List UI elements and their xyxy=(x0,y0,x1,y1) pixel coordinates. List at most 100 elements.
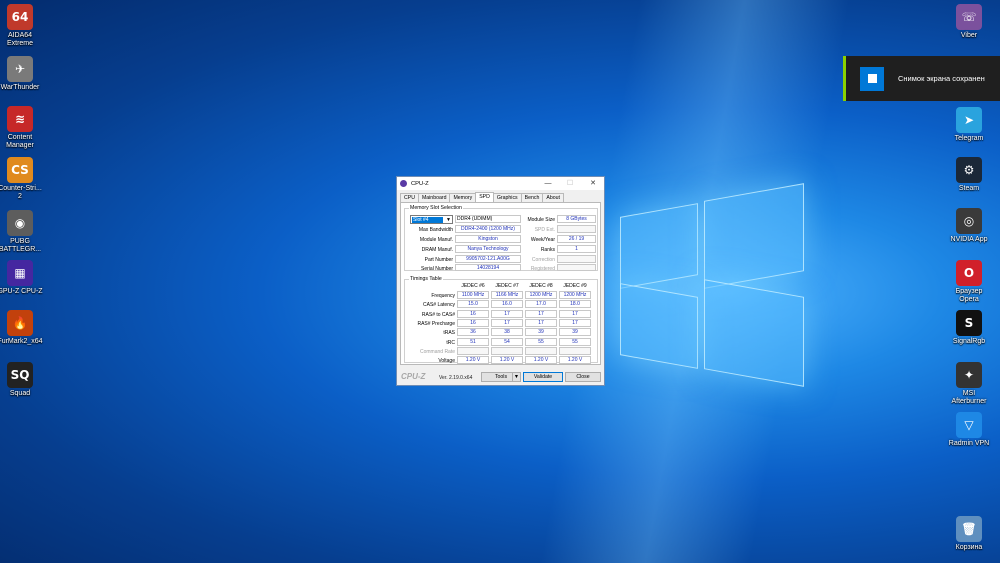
tab-about[interactable]: About xyxy=(542,193,564,202)
window-title: CPU-Z xyxy=(411,180,429,187)
minimize-button[interactable]: — xyxy=(537,177,559,190)
timings-column-header: JEDEC #7 xyxy=(495,283,519,289)
timings-column-header: JEDEC #9 xyxy=(563,283,587,289)
correction-label: Correction xyxy=(531,257,555,263)
timings-group: Timings Table JEDEC #6 JEDEC #7 JEDEC #8 JE… xyxy=(404,276,598,365)
signalrgb-icon: S xyxy=(956,310,982,336)
timings-cell xyxy=(491,346,523,355)
desktop-shortcut[interactable]: ▦ GPU-Z CPU-Z xyxy=(0,260,50,296)
desktop-shortcut[interactable]: ➤ Telegram xyxy=(939,107,999,143)
desktop-shortcut[interactable]: ✦ MSI Afterburner xyxy=(939,362,999,406)
cpuz-brand-logo: CPU-Z xyxy=(401,372,426,381)
recycle-bin-icon: 🗑 xyxy=(956,516,982,542)
spd-ext-value xyxy=(557,225,596,233)
counter-strike-icon: CS xyxy=(7,157,33,183)
desktop-shortcut-label: Steam xyxy=(958,185,980,192)
tab-cpu[interactable]: CPU xyxy=(400,193,419,202)
desktop-shortcut-label: FurMark2_x64 xyxy=(0,338,43,345)
squad-icon: SQ xyxy=(7,362,33,388)
timings-cell: 39 xyxy=(559,328,591,337)
timings-cell: 1200 MHz xyxy=(559,291,591,299)
opera-icon: O xyxy=(956,260,982,286)
screenshot-toast-notification[interactable]: Снимок экрана сохранен xyxy=(843,56,1000,101)
desktop-shortcut[interactable]: ▽ Radmin VPN xyxy=(939,412,999,448)
desktop-shortcut-label: Radmin VPN xyxy=(948,440,990,447)
desktop-shortcut[interactable]: O Браузер Opera xyxy=(939,260,999,304)
timings-cell: 1.20 V xyxy=(457,356,489,365)
timings-cell: 18.0 xyxy=(559,300,591,309)
timings-row-label: RAS# Precharge xyxy=(417,320,455,327)
telegram-icon: ➤ xyxy=(956,107,982,133)
desktop-shortcut[interactable]: SQ Squad xyxy=(0,362,50,398)
tools-button-label: Tools xyxy=(494,374,508,380)
screenshot-icon xyxy=(860,66,884,91)
desktop-shortcut-label: Counter-Stri... 2 xyxy=(0,185,42,200)
timings-cell: 1.20 V xyxy=(525,356,557,365)
desktop-shortcut[interactable]: ☏ Viber xyxy=(939,4,999,40)
desktop-shortcut[interactable]: 64 AIDA64 Extreme xyxy=(0,4,50,48)
cpuz-footer: CPU-Z Ver. 2.19.0.x64 Tools ▼ Validate C… xyxy=(397,369,604,385)
memory-slot-group: Memory Slot Selection Slot #4 ▼ DDR4 (UD… xyxy=(404,205,598,272)
week-year-value: 26 / 19 xyxy=(557,235,596,243)
desktop-shortcut-label: SignalRgb xyxy=(952,338,986,345)
desktop-shortcut[interactable]: 🗑 Корзина xyxy=(939,516,999,552)
cpuz-tabs: CPU Mainboard Memory SPD Graphics Bench About xyxy=(400,192,601,202)
module-manuf-value: Kingston xyxy=(455,235,521,243)
desktop-shortcut-label: NVIDIA App xyxy=(950,236,988,243)
timings-cell: 38 xyxy=(491,328,523,337)
timings-row-label: RAS# to CAS# xyxy=(421,311,455,318)
timings-row-label: Voltage xyxy=(438,358,455,365)
desktop-shortcut[interactable]: ◉ PUBG BATTLEGR... xyxy=(0,210,50,254)
desktop-shortcut[interactable]: ≋ Content Manager xyxy=(0,106,50,150)
maximize-button[interactable]: ☐ xyxy=(559,177,581,190)
desktop-shortcut[interactable]: ⚙ Steam xyxy=(939,157,999,193)
timings-cell: 16 xyxy=(457,318,489,327)
desktop-shortcut-label: Telegram xyxy=(954,135,984,142)
msi-afterburner-icon: ✦ xyxy=(956,362,982,388)
cpuz-titlebar[interactable]: CPU-Z — ☐ ✕ xyxy=(397,177,604,190)
tab-memory[interactable]: Memory xyxy=(449,193,477,202)
timings-cell: 55 xyxy=(559,337,591,346)
timings-group-title: Timings Table xyxy=(409,276,443,282)
timings-cell: 54 xyxy=(491,337,523,346)
cpuz-window[interactable]: CPU-Z — ☐ ✕ CPU Mainboard Memory SPD Graphic… xyxy=(396,176,605,386)
module-size-label: Module Size xyxy=(527,217,555,223)
timings-cell: 17 xyxy=(559,309,591,318)
timings-cell: 1.20 V xyxy=(491,356,523,365)
module-size-value: 8 GBytes xyxy=(557,215,596,223)
tools-button[interactable]: Tools ▼ xyxy=(481,372,521,382)
timings-cell: 39 xyxy=(525,328,557,337)
timings-cell: 16 xyxy=(457,309,489,318)
tab-graphics[interactable]: Graphics xyxy=(492,193,522,202)
desktop-shortcut[interactable]: ✈ WarThunder xyxy=(0,56,50,92)
windows-logo-wallpaper xyxy=(620,183,810,392)
timings-cell xyxy=(525,346,557,355)
spd-ext-label: SPD Ext. xyxy=(534,227,555,233)
desktop-shortcut[interactable]: 🔥 FurMark2_x64 xyxy=(0,310,50,346)
module-manuf-label: Module Manuf. xyxy=(419,237,453,243)
desktop-shortcut[interactable]: S SignalRgb xyxy=(939,310,999,346)
timings-cell: 17 xyxy=(491,318,523,327)
timings-cell: 36 xyxy=(457,328,489,337)
desktop-shortcut-label: Браузер Opera xyxy=(955,288,983,303)
desktop-shortcut[interactable]: ◎ NVIDIA App xyxy=(939,208,999,244)
close-button[interactable]: Close xyxy=(565,372,601,382)
registered-value xyxy=(557,264,596,271)
memory-slot-group-title: Memory Slot Selection xyxy=(409,205,463,211)
tab-spd[interactable]: SPD xyxy=(475,192,494,202)
timings-cell xyxy=(457,346,489,355)
desktop-shortcut-label: Squad xyxy=(9,390,31,397)
spd-panel: Memory Slot Selection Slot #4 ▼ DDR4 (UD… xyxy=(400,202,601,365)
close-window-button[interactable]: ✕ xyxy=(582,177,604,190)
tab-mainboard[interactable]: Mainboard xyxy=(417,193,451,202)
desktop-shortcut[interactable]: CS Counter-Stri... 2 xyxy=(0,157,50,201)
validate-button[interactable]: Validate xyxy=(523,372,563,382)
timings-cell: 17 xyxy=(525,309,557,318)
radmin-vpn-icon: ▽ xyxy=(956,412,982,438)
nvidia-icon: ◎ xyxy=(956,208,982,234)
steam-icon: ⚙ xyxy=(956,157,982,183)
tab-bench[interactable]: Bench xyxy=(520,193,544,202)
slot-select[interactable]: Slot #4 ▼ xyxy=(410,215,453,224)
timings-row-label: tRC xyxy=(446,339,455,346)
timings-cell: 17 xyxy=(525,318,557,327)
